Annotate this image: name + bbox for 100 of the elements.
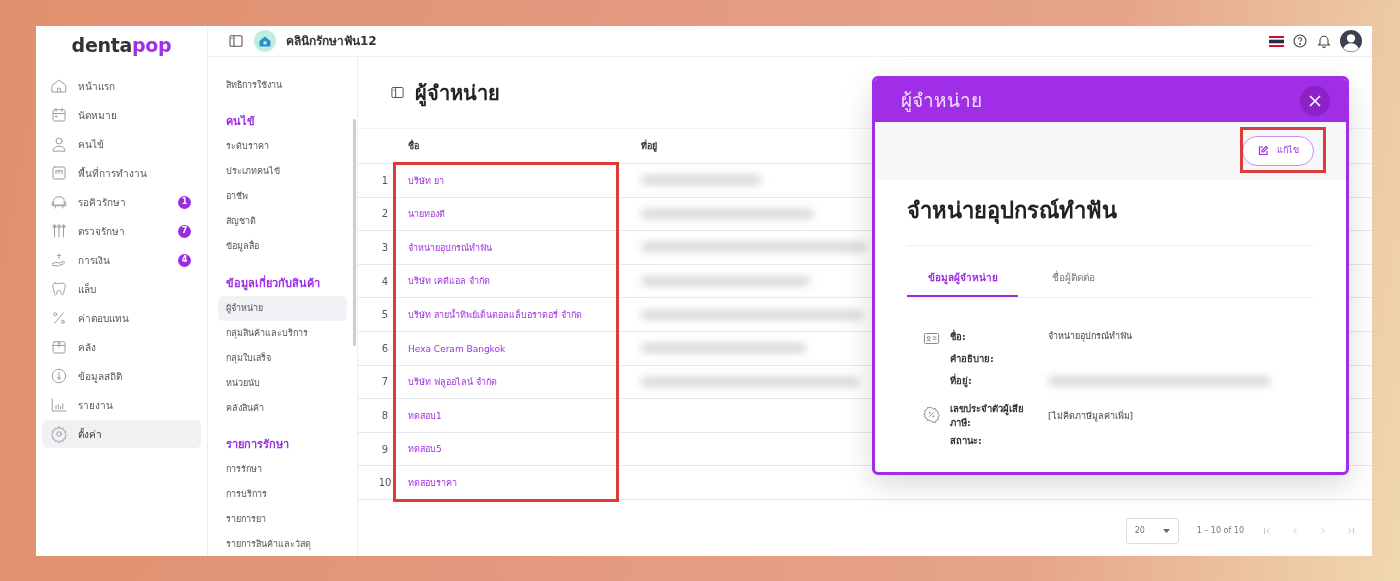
payment-hand-icon bbox=[50, 251, 68, 269]
settings-icon bbox=[50, 425, 68, 443]
vendor-link[interactable]: บริษัท เคดีแอล จำกัด bbox=[408, 276, 490, 287]
sidebar-item[interactable]: การเงิน 4 bbox=[42, 246, 201, 274]
sidebar-item[interactable]: พื้นที่การทำงาน bbox=[42, 159, 201, 187]
row-number: 3 bbox=[381, 242, 389, 253]
row-number: 5 bbox=[381, 309, 389, 321]
row-number: 8 bbox=[381, 409, 389, 421]
submenu-item[interactable]: กลุ่มสินค้าและบริการ bbox=[218, 321, 347, 346]
vendor-link[interactable]: บริษัท สายน้ำทิพย์เด็นตอลแล็บอราตอรี่ จำกัด bbox=[408, 309, 582, 320]
sidebar-item[interactable]: นัดหมาย bbox=[42, 101, 201, 129]
vendor-link[interactable]: ทดสอบ1 bbox=[408, 410, 442, 421]
tab[interactable]: ข้อมูลผู้จำหน่าย bbox=[907, 260, 1018, 297]
close-button[interactable] bbox=[1300, 85, 1330, 116]
calendar-icon bbox=[50, 106, 68, 124]
submenu-item[interactable]: ประเภทคนไข้ bbox=[218, 159, 347, 185]
submenu-item[interactable]: อาชีพ bbox=[218, 184, 347, 210]
submenu-item[interactable]: สิทธิการใช้งาน bbox=[218, 73, 347, 98]
sidebar-item[interactable]: คลัง bbox=[42, 333, 201, 361]
sidebar-item[interactable]: ตรวจรักษา 7 bbox=[42, 217, 201, 245]
percent-icon bbox=[50, 309, 68, 327]
page-title: ผู้จำหน่าย bbox=[415, 80, 500, 105]
sidebar-item[interactable]: ตั้งค่า bbox=[42, 420, 201, 448]
panel-toggle-icon[interactable] bbox=[228, 33, 244, 49]
submenu-item[interactable]: ผู้จำหน่าย bbox=[218, 296, 347, 321]
page-size-select[interactable]: 20 bbox=[1125, 518, 1179, 544]
submenu-item[interactable]: ระดับราคา bbox=[218, 134, 347, 160]
submenu-item[interactable]: รายการสินค้าและวัสดุ bbox=[218, 532, 347, 556]
thai-flag-icon[interactable] bbox=[1269, 35, 1284, 47]
sidebar-item[interactable]: ค่าตอบแทน bbox=[42, 304, 201, 332]
instruments-icon bbox=[50, 222, 68, 240]
column-header: ที่อยู่ bbox=[641, 141, 657, 152]
vendor-heading: จำหน่ายอุปกรณ์ทำฟัน bbox=[907, 194, 1314, 246]
count-badge: 1 bbox=[178, 195, 191, 209]
row-number: 1 bbox=[381, 174, 389, 186]
home-icon bbox=[50, 77, 68, 95]
column-header: ชื่อ bbox=[408, 141, 419, 152]
logo: dentapop bbox=[70, 32, 173, 58]
tab[interactable]: ชื่อผู้ติดต่อ bbox=[1018, 260, 1129, 297]
field-value: จำหน่ายอุปกรณ์ทำฟัน bbox=[1048, 330, 1132, 344]
sidebar-item[interactable]: หน้าแรก bbox=[42, 72, 201, 100]
vendor-link[interactable]: ทดสอบราคา bbox=[408, 477, 457, 488]
submenu-item[interactable]: ข้อมูลสื่อ bbox=[218, 234, 347, 260]
submenu-item[interactable]: การรักษา bbox=[218, 457, 347, 483]
row-number: 7 bbox=[381, 376, 389, 388]
field-label: สถานะ: bbox=[950, 434, 983, 449]
bell-icon[interactable] bbox=[1316, 33, 1332, 49]
edit-icon bbox=[1257, 145, 1269, 157]
field-label: เลขประจำตัวผู้เสียภาษี: bbox=[950, 402, 1025, 431]
avatar-icon[interactable] bbox=[1340, 30, 1362, 52]
sidebar-item[interactable]: ข้อมูลสถิติ bbox=[42, 362, 201, 390]
sidebar-item[interactable]: คนไข้ bbox=[42, 130, 201, 158]
gauge-icon bbox=[50, 367, 68, 385]
tax-badge-icon bbox=[923, 406, 940, 423]
field-value: [ไม่คิดภาษีมูลค่าเพิ่ม] bbox=[1048, 409, 1134, 423]
clinic-home-icon bbox=[254, 30, 276, 52]
vendor-link[interactable]: ทดสอบ5 bbox=[408, 444, 442, 455]
submenu-item[interactable]: หน่วยนับ bbox=[218, 371, 347, 396]
field-label: ที่อยู่: bbox=[950, 373, 973, 389]
chair-icon bbox=[50, 193, 68, 211]
count-badge: 7 bbox=[178, 224, 191, 238]
sidebar-item[interactable]: แล็บ bbox=[42, 275, 201, 303]
vendor-link[interactable]: บริษัท ยา bbox=[408, 175, 444, 186]
id-card-icon bbox=[923, 330, 940, 347]
field-label: ชื่อ: bbox=[950, 329, 967, 344]
vendor-link[interactable]: จำหน่ายอุปกรณ์ทำฟัน bbox=[408, 242, 492, 253]
section-heading: รายการรักษา bbox=[226, 437, 290, 453]
close-icon bbox=[1309, 94, 1321, 107]
dialog-title: ผู้จำหน่าย bbox=[901, 88, 982, 114]
panel-icon bbox=[390, 85, 405, 100]
submenu-item[interactable]: กลุ่มใบเสร็จ bbox=[218, 346, 347, 371]
vendor-link[interactable]: Hexa Ceram Bangkok bbox=[408, 343, 506, 354]
tooth-icon bbox=[50, 280, 68, 298]
scrollbar-thumb[interactable] bbox=[353, 119, 356, 346]
workspace-icon bbox=[50, 164, 68, 182]
clinic-name: คลินิกรักษาฟัน12 bbox=[286, 33, 377, 50]
section-heading: คนไข้ bbox=[226, 114, 256, 130]
row-number: 4 bbox=[381, 275, 389, 287]
vendor-link[interactable]: บริษัท ฟลูออไลน์ จำกัด bbox=[408, 377, 497, 388]
dropdown-caret-icon bbox=[1162, 529, 1170, 533]
row-number: 6 bbox=[381, 342, 389, 354]
person-icon bbox=[50, 135, 68, 153]
edit-button[interactable]: แก้ไข bbox=[1242, 136, 1314, 166]
row-number: 9 bbox=[381, 443, 389, 455]
field-label: คำอธิบาย: bbox=[950, 351, 995, 366]
submenu-item[interactable]: รายการยา bbox=[218, 507, 347, 533]
sidebar-item[interactable]: รอคิวรักษา 1 bbox=[42, 188, 201, 216]
vendor-link[interactable]: นายทองดี bbox=[408, 209, 445, 220]
row-number: 2 bbox=[381, 208, 389, 220]
submenu-item[interactable]: สัญชาติ bbox=[218, 209, 347, 235]
section-heading: ข้อมูลเกี่ยวกับสินค้า bbox=[226, 275, 321, 292]
sidebar-item[interactable]: รายงาน bbox=[42, 391, 201, 419]
help-icon[interactable] bbox=[1292, 33, 1308, 49]
submenu-item[interactable]: คลังสินค้า bbox=[218, 396, 347, 421]
submenu-item[interactable]: การบริการ bbox=[218, 482, 347, 508]
box-icon bbox=[50, 338, 68, 356]
row-number: 10 bbox=[378, 477, 392, 489]
bar-chart-icon bbox=[50, 396, 68, 414]
page-range: 1 – 10 of 10 bbox=[1196, 525, 1244, 537]
count-badge: 4 bbox=[178, 253, 191, 267]
